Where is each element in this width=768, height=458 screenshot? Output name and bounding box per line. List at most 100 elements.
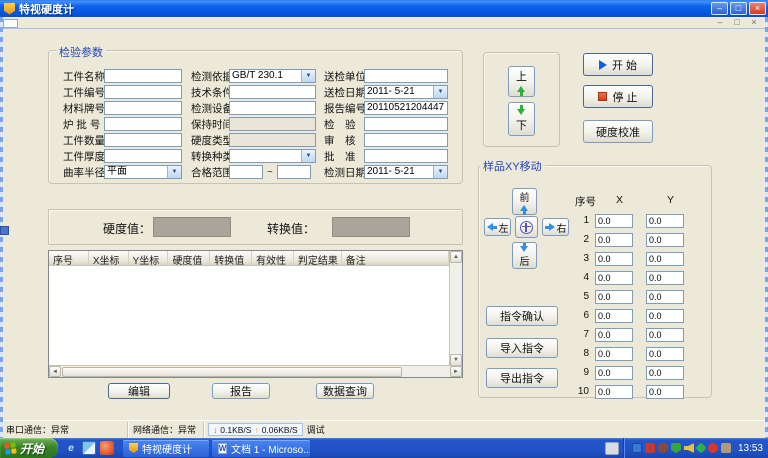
scroll-right-icon[interactable]: ► — [450, 366, 462, 377]
task-word-document[interactable]: W 文档 1 - Microso... — [212, 440, 310, 457]
command-confirm-button[interactable]: 指令确认 — [486, 306, 558, 326]
xy-y-input[interactable]: 0.0 — [646, 366, 684, 380]
dropdown-arrow-icon[interactable]: ▼ — [433, 166, 447, 178]
xy-y-input[interactable]: 0.0 — [646, 252, 684, 266]
diamond-green-icon[interactable] — [695, 442, 706, 453]
furnace-batch-no-input[interactable] — [104, 117, 182, 131]
dropdown-arrow-icon[interactable]: ▼ — [301, 70, 315, 82]
approver-input[interactable] — [364, 149, 448, 163]
xy-x-input[interactable]: 0.0 — [595, 309, 633, 323]
report-button[interactable]: 报告 — [212, 383, 270, 399]
xy-y-input[interactable]: 0.0 — [646, 347, 684, 361]
test-standard-select[interactable]: GB/T 230.1▼ — [229, 69, 316, 83]
z-up-button[interactable]: 上 — [508, 66, 535, 97]
xy-y-input[interactable]: 0.0 — [646, 328, 684, 342]
network-error-icon[interactable] — [645, 443, 655, 453]
workpiece-name-input[interactable] — [104, 69, 182, 83]
inner-restore-button[interactable]: □ — [731, 18, 743, 28]
dropdown-arrow-icon[interactable]: ▼ — [301, 150, 315, 162]
inner-minimize-button[interactable]: – — [714, 18, 726, 28]
shield-green-icon[interactable] — [671, 443, 681, 453]
pass-range-max-input[interactable] — [277, 165, 311, 179]
move-left-button[interactable]: 左 — [484, 218, 511, 236]
xy-y-input[interactable]: 0.0 — [646, 385, 684, 399]
scrollbar-thumb[interactable] — [62, 367, 402, 377]
xy-x-input[interactable]: 0.0 — [595, 290, 633, 304]
play-icon — [599, 60, 607, 70]
move-center-button[interactable] — [515, 216, 538, 238]
xy-y-input[interactable]: 0.0 — [646, 233, 684, 247]
inner-close-button[interactable]: × — [748, 18, 760, 28]
material-grade-input[interactable] — [104, 101, 182, 115]
xy-x-input[interactable]: 0.0 — [595, 385, 633, 399]
security-icon[interactable] — [658, 443, 668, 453]
start-button[interactable]: 开 始 — [583, 53, 653, 76]
results-col-6[interactable]: 判定结果 — [294, 251, 342, 265]
data-query-button[interactable]: 数据查询 — [316, 383, 374, 399]
ime-icon[interactable] — [605, 442, 619, 455]
calibrate-button[interactable]: 硬度校准 — [583, 120, 653, 143]
results-col-4[interactable]: 转换值 — [210, 251, 252, 265]
xy-x-input[interactable]: 0.0 — [595, 214, 633, 228]
start-button-taskbar[interactable]: 开始 — [0, 438, 58, 458]
workpiece-no-input[interactable] — [104, 85, 182, 99]
results-col-5[interactable]: 有效性 — [252, 251, 294, 265]
workpiece-qty-input[interactable] — [104, 133, 182, 147]
import-command-button[interactable]: 导入指令 — [486, 338, 558, 358]
report-no-input[interactable]: 20110521204447 — [364, 101, 448, 115]
param-label-workpiece-no: 工件编号 — [63, 85, 104, 100]
test-date-select[interactable]: 2011- 5-21▼ — [364, 165, 448, 179]
xy-x-input[interactable]: 0.0 — [595, 252, 633, 266]
monitor-icon[interactable] — [632, 443, 642, 453]
xy-y-input[interactable]: 0.0 — [646, 271, 684, 285]
z-down-button[interactable]: 下 — [508, 102, 535, 136]
move-front-button[interactable]: 前 — [512, 188, 537, 215]
technical-condition-input[interactable] — [229, 85, 316, 99]
conversion-type-select[interactable]: ▼ — [229, 149, 316, 163]
restore-button[interactable]: □ — [730, 2, 747, 15]
usb-icon[interactable] — [721, 443, 731, 453]
xy-y-input[interactable]: 0.0 — [646, 309, 684, 323]
xy-x-input[interactable]: 0.0 — [595, 271, 633, 285]
workpiece-thickness-input[interactable] — [104, 149, 182, 163]
export-command-button[interactable]: 导出指令 — [486, 368, 558, 388]
dropdown-arrow-icon[interactable]: ▼ — [167, 166, 181, 178]
move-back-button[interactable]: 后 — [512, 242, 537, 269]
submit-date-value: 2011- 5-21 — [365, 86, 433, 98]
move-right-button[interactable]: 右 — [542, 218, 569, 236]
scroll-up-icon[interactable]: ▲ — [450, 251, 462, 263]
xy-x-input[interactable]: 0.0 — [595, 328, 633, 342]
submit-unit-input[interactable] — [364, 69, 448, 83]
curvature-radius-select[interactable]: 平面▼ — [104, 165, 182, 179]
xy-x-input[interactable]: 0.0 — [595, 366, 633, 380]
results-col-7[interactable]: 备注 — [342, 251, 449, 265]
close-button[interactable]: × — [749, 2, 766, 15]
edit-button[interactable]: 编辑 — [108, 383, 170, 399]
scroll-left-icon[interactable]: ◄ — [49, 366, 61, 377]
media-player-icon[interactable] — [100, 441, 114, 455]
vertical-scrollbar[interactable]: ▲ ▼ — [449, 251, 462, 366]
horizontal-scrollbar[interactable]: ◄ ► — [49, 365, 462, 377]
pinwheel-red-icon[interactable] — [708, 443, 718, 453]
ie-icon[interactable]: e — [64, 441, 78, 455]
results-col-1[interactable]: X坐标 — [89, 251, 129, 265]
submit-date-select[interactable]: 2011- 5-21▼ — [364, 85, 448, 99]
reviewer-input[interactable] — [364, 133, 448, 147]
xy-y-input[interactable]: 0.0 — [646, 290, 684, 304]
speaker-icon[interactable] — [684, 443, 694, 453]
show-desktop-icon[interactable] — [82, 441, 96, 455]
test-device-input[interactable] — [229, 101, 316, 115]
stop-button[interactable]: 停 止 — [583, 85, 653, 108]
results-col-0[interactable]: 序号 — [49, 251, 89, 265]
pass-range-min-input[interactable] — [229, 165, 263, 179]
results-col-2[interactable]: Y坐标 — [129, 251, 169, 265]
xy-x-input[interactable]: 0.0 — [595, 233, 633, 247]
inspector-input[interactable] — [364, 117, 448, 131]
results-col-3[interactable]: 硬度值 — [168, 251, 210, 265]
task-hardness-app[interactable]: 特视硬度计 — [123, 440, 209, 457]
xy-y-input[interactable]: 0.0 — [646, 214, 684, 228]
param-row-report-no: 报告编号20110521204447 — [324, 101, 448, 115]
dropdown-arrow-icon[interactable]: ▼ — [433, 86, 447, 98]
minimize-button[interactable]: – — [711, 2, 728, 15]
xy-x-input[interactable]: 0.0 — [595, 347, 633, 361]
